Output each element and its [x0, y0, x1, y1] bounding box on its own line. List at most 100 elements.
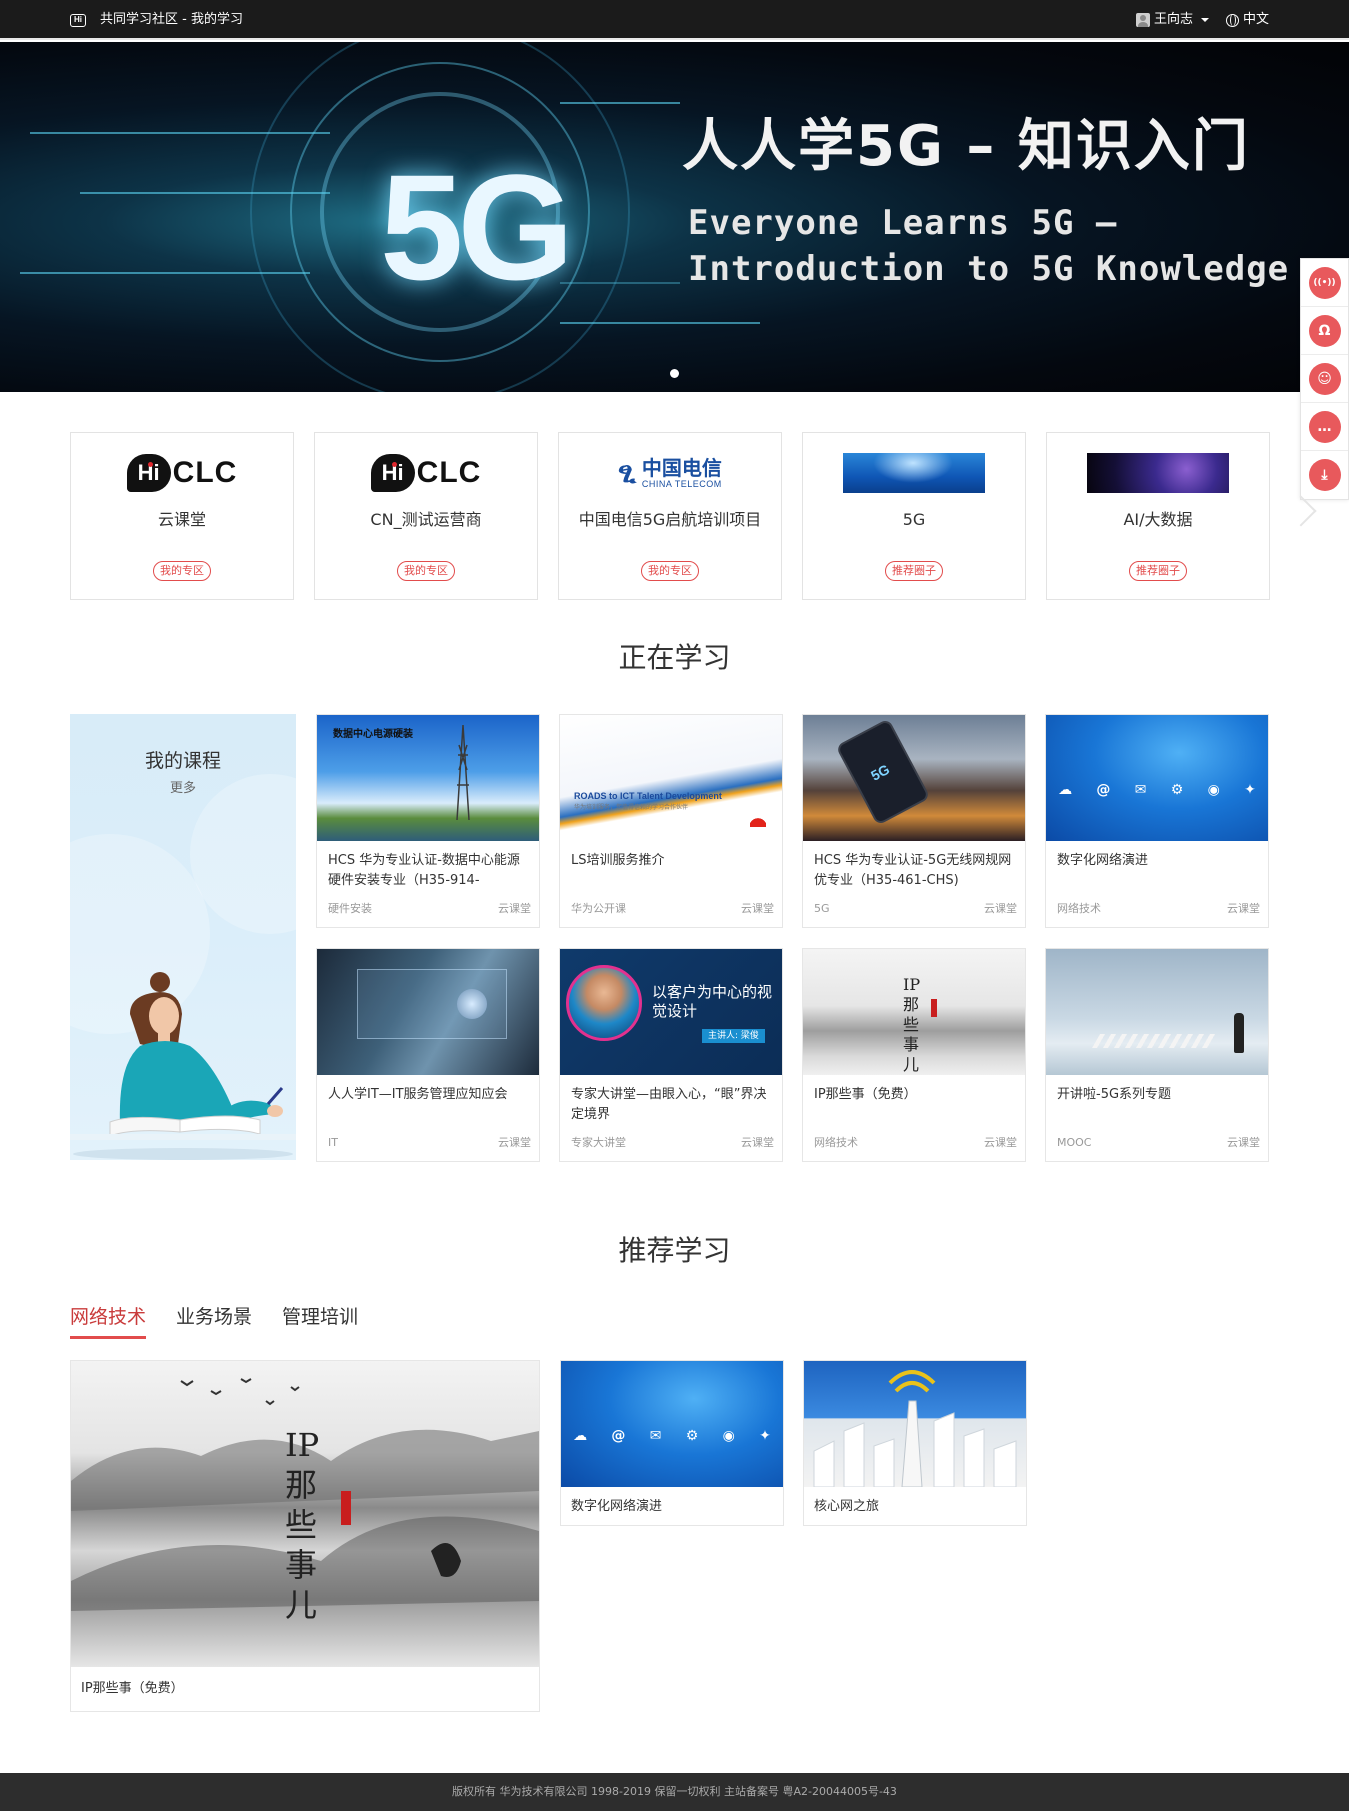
course-card[interactable]: IP那些事儿 IP那些事（免费） 网络技术 云课堂 [802, 948, 1026, 1162]
zone-card-yunketang[interactable]: Hi CLC 云课堂 我的专区 [70, 432, 294, 600]
my-course-more-link[interactable]: 更多 [70, 780, 296, 798]
course-title: 人人学IT—IT服务管理应知应会 [328, 1087, 508, 1102]
course-thumbnail: 5G [803, 715, 1025, 841]
download-button[interactable]: ⤓ [1301, 451, 1348, 499]
at-icon: @ [1096, 782, 1111, 798]
banner-5g-text: 5G [380, 143, 574, 311]
language-label: 中文 [1243, 12, 1270, 27]
course-thumbnail: 数据中心电源硬装 [317, 715, 539, 841]
user-menu[interactable]: 王向志 [1136, 12, 1210, 28]
hiclc-logo: Hi CLC [71, 453, 293, 493]
course-source: 云课堂 [498, 1136, 531, 1149]
zone-name: CN_测试运营商 [370, 510, 482, 529]
course-card[interactable]: 人人学IT—IT服务管理应知应会 IT 云课堂 [316, 948, 540, 1162]
banner-line [80, 192, 330, 194]
thumb-subcaption: 华为培训服务，您值得信赖的学习合作伙伴 [574, 804, 689, 811]
course-card[interactable]: ROADS to ICT Talent Development 华为培训服务，您… [559, 714, 783, 928]
banner-line [560, 322, 760, 324]
site-logo-icon[interactable]: Hi [70, 14, 86, 27]
course-source: 云课堂 [741, 902, 774, 915]
gear-icon: ⚙ [685, 1428, 699, 1444]
tab-management-training[interactable]: 管理培训 [282, 1304, 358, 1339]
course-source: 云课堂 [741, 1136, 774, 1149]
huawei-logo-icon [750, 815, 766, 827]
mail-icon: ✉ [649, 1428, 662, 1444]
broadcast-button[interactable]: ((•)) [1301, 259, 1348, 307]
course-title: HCS 华为专业认证-5G无线网规网优专业（H35-461-CHS) [814, 853, 1012, 888]
language-switcher[interactable]: 中文 [1226, 12, 1269, 28]
star-icon: ✦ [759, 1428, 771, 1444]
course-card[interactable]: 数据中心电源硬装 HCS 华为专业认证-数据中心能源硬件安装专业（H35-914… [316, 714, 540, 928]
telecom-en-text: CHINA TELECOM [641, 478, 722, 489]
course-source: 云课堂 [1227, 902, 1260, 915]
banner-cn-title: 人人学5G – 知识入门 [682, 114, 1250, 179]
course-thumbnail [1046, 949, 1268, 1075]
my-course-title: 我的课程 [144, 750, 221, 772]
recommended-card[interactable]: ☁ @ ✉ ⚙ ◉ ✦ 数字化网络演进 [560, 1360, 784, 1526]
course-card[interactable]: ☁ @ ✉ ⚙ ◉ ✦ 数字化网络演进 网络技术 云课堂 [1045, 714, 1269, 928]
course-category: 网络技术 [814, 1136, 858, 1149]
tower-icon [456, 725, 470, 820]
section-title-recommended: 推荐学习 [618, 1234, 731, 1267]
zone-card-china-telecom[interactable]: ፂ 中国电信 CHINA TELECOM 中国电信5G启航培训项目 我的专区 [558, 432, 782, 600]
my-course-panel[interactable]: 我的课程 更多 [70, 714, 296, 1160]
section-title-studying: 正在学习 [618, 641, 731, 674]
course-card[interactable]: 以客户为中心的视觉设计 主讲人: 梁俊 专家大讲堂—由眼入心，“眼”界决定境界 … [559, 948, 783, 1162]
carousel-dot[interactable] [670, 369, 679, 378]
recommended-card-large[interactable]: IP那些事儿 IP那些事（免费） [70, 1360, 540, 1712]
course-category: 专家大讲堂 [571, 1136, 626, 1149]
avatar-icon [1136, 13, 1150, 27]
page-title[interactable]: 共同学习社区 - 我的学习 [100, 12, 243, 28]
course-title: HCS 华为专业认证-数据中心能源硬件安装专业（H35-914- [328, 853, 520, 888]
telecom-cn-text: 中国电信 [641, 455, 722, 480]
chess-pawns-image [1091, 1034, 1221, 1048]
recommended-card[interactable]: 核心网之旅 [803, 1360, 1027, 1526]
headset-button[interactable]: Ω [1301, 307, 1348, 355]
zone-tag[interactable]: 推荐圈子 [1129, 561, 1187, 581]
tab-business-scenario[interactable]: 业务场景 [176, 1304, 252, 1339]
course-category: 网络技术 [1057, 902, 1101, 915]
globe-icon [1226, 13, 1239, 27]
hi-logo-mark: Hi [126, 454, 171, 492]
zone-tag[interactable]: 我的专区 [641, 561, 699, 581]
tab-network-tech[interactable]: 网络技术 [70, 1304, 147, 1339]
zone-tag[interactable]: 我的专区 [397, 561, 455, 581]
course-title: 专家大讲堂—由眼入心，“眼”界决定境界 [571, 1087, 767, 1122]
support-agent-button[interactable]: ☺ [1301, 355, 1348, 403]
download-icon: ⤓ [1308, 459, 1341, 491]
course-title: LS培训服务推介 [571, 853, 665, 868]
course-category: IT [328, 1136, 338, 1149]
message-button[interactable]: … [1301, 403, 1348, 451]
zone-card-ai-bigdata[interactable]: AI/大数据 推荐圈子 [1046, 432, 1270, 600]
zone-card-5g[interactable]: 5G 推荐圈子 [802, 432, 1026, 600]
zone-card-cn-test[interactable]: Hi CLC CN_测试运营商 我的专区 [314, 432, 538, 600]
headset-icon: Ω [1308, 314, 1341, 347]
banner-line [560, 102, 680, 104]
hero-banner[interactable]: 5G 人人学5G – 知识入门 Everyone Learns 5G – Int… [0, 42, 1349, 392]
thumb-caption: IP那些事儿 [285, 1426, 320, 1624]
mail-icon: ✉ [1134, 782, 1147, 798]
banner-en-line1: Everyone Learns 5G – [688, 203, 1118, 243]
course-thumbnail: ☁ @ ✉ ⚙ ◉ ✦ [1046, 715, 1268, 841]
chess-king-image [1234, 1013, 1244, 1053]
zone-tag[interactable]: 我的专区 [153, 561, 211, 581]
banner-line [560, 282, 680, 284]
red-seal-icon [931, 999, 937, 1017]
course-title: 数字化网络演进 [571, 1499, 663, 1514]
side-toolbar: ((•)) Ω ☺ … ⤓ [1300, 258, 1349, 500]
chevron-right-icon[interactable] [1285, 495, 1317, 527]
zone-tag[interactable]: 推荐圈子 [885, 561, 943, 581]
telecom-symbol-icon: ፂ [618, 455, 636, 490]
thumb-caption: 以客户为中心的视觉设计 [652, 983, 773, 1020]
course-thumbnail [804, 1361, 1026, 1487]
star-icon: ✦ [1244, 782, 1256, 798]
course-title: IP那些事（免费） [81, 1681, 184, 1696]
course-card[interactable]: 5G HCS 华为专业认证-5G无线网规网优专业（H35-461-CHS) 5G… [802, 714, 1026, 928]
course-card[interactable]: 开讲啦-5G系列专题 MOOC 云课堂 [1045, 948, 1269, 1162]
message-icon: … [1308, 410, 1341, 443]
chat-icon: ☁ [1058, 782, 1073, 798]
course-category: 5G [814, 902, 830, 915]
zone-name: AI/大数据 [1123, 510, 1193, 529]
thumb-subcaption: 主讲人: 梁俊 [702, 1029, 765, 1043]
globe-image [457, 989, 487, 1019]
